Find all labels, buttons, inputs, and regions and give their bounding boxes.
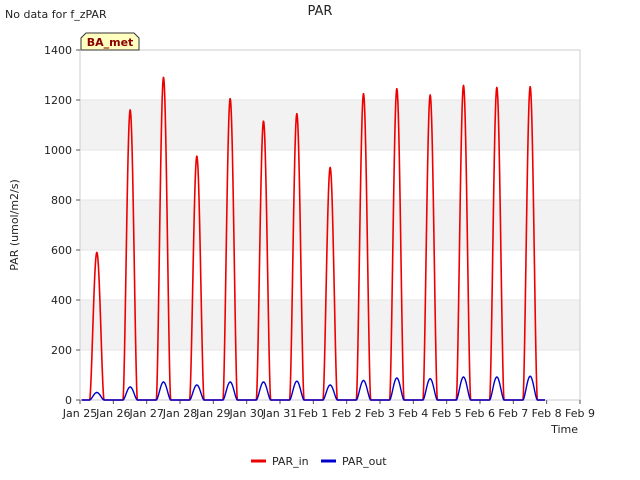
chart-title: PAR — [308, 4, 333, 19]
y-tick-label: 800 — [51, 194, 72, 207]
x-tick-label: Feb 5 — [432, 407, 462, 420]
par-chart: No data for f_zPAR PAR 0 200 400 600 800 1000… — [5, 4, 595, 468]
y-axis: 0 200 400 600 800 1000 1200 1400 — [44, 44, 80, 407]
x-tick-label: Jan 27 — [128, 407, 163, 420]
y-tick-label: 0 — [65, 394, 72, 407]
grid-band — [80, 100, 580, 150]
x-tick-label: Jan 30 — [228, 407, 263, 420]
y-tick-label: 600 — [51, 244, 72, 257]
x-tick-label: Feb 6 — [465, 407, 495, 420]
x-tick-label: Feb 8 — [532, 407, 562, 420]
x-tick-label: Feb 4 — [398, 407, 428, 420]
x-tick-label: Feb 1 — [298, 407, 328, 420]
x-tick-label: Feb 3 — [365, 407, 395, 420]
legend: PAR_in PAR_out — [251, 455, 387, 468]
y-tick-label: 1200 — [44, 94, 72, 107]
y-axis-label: PAR (umol/m2/s) — [8, 179, 21, 271]
grid-band — [80, 300, 580, 350]
badge-label: BA_met — [87, 36, 134, 49]
badge: BA_met — [80, 32, 140, 51]
x-tick-label: Feb 7 — [498, 407, 528, 420]
x-tick-label: Feb 9 — [565, 407, 595, 420]
x-axis-label: Time — [550, 423, 578, 436]
legend-label-par-in: PAR_in — [272, 455, 309, 468]
grid-band — [80, 200, 580, 250]
x-tick-label: Feb 2 — [332, 407, 362, 420]
x-tick-label: Jan 28 — [162, 407, 197, 420]
no-data-note: No data for f_zPAR — [5, 8, 107, 21]
x-tick-label: Jan 25 — [62, 407, 97, 420]
x-tick-label: Jan 29 — [195, 407, 230, 420]
x-tick-label: Jan 31 — [262, 407, 297, 420]
y-tick-label: 200 — [51, 344, 72, 357]
y-tick-label: 1000 — [44, 144, 72, 157]
y-tick-label: 400 — [51, 294, 72, 307]
legend-label-par-out: PAR_out — [342, 455, 387, 468]
x-axis: Jan 25Jan 26Jan 27Jan 28Jan 29Jan 30Jan … — [62, 400, 595, 420]
x-tick-label: Jan 26 — [95, 407, 130, 420]
plot-background — [79, 49, 581, 401]
y-tick-label: 1400 — [44, 44, 72, 57]
